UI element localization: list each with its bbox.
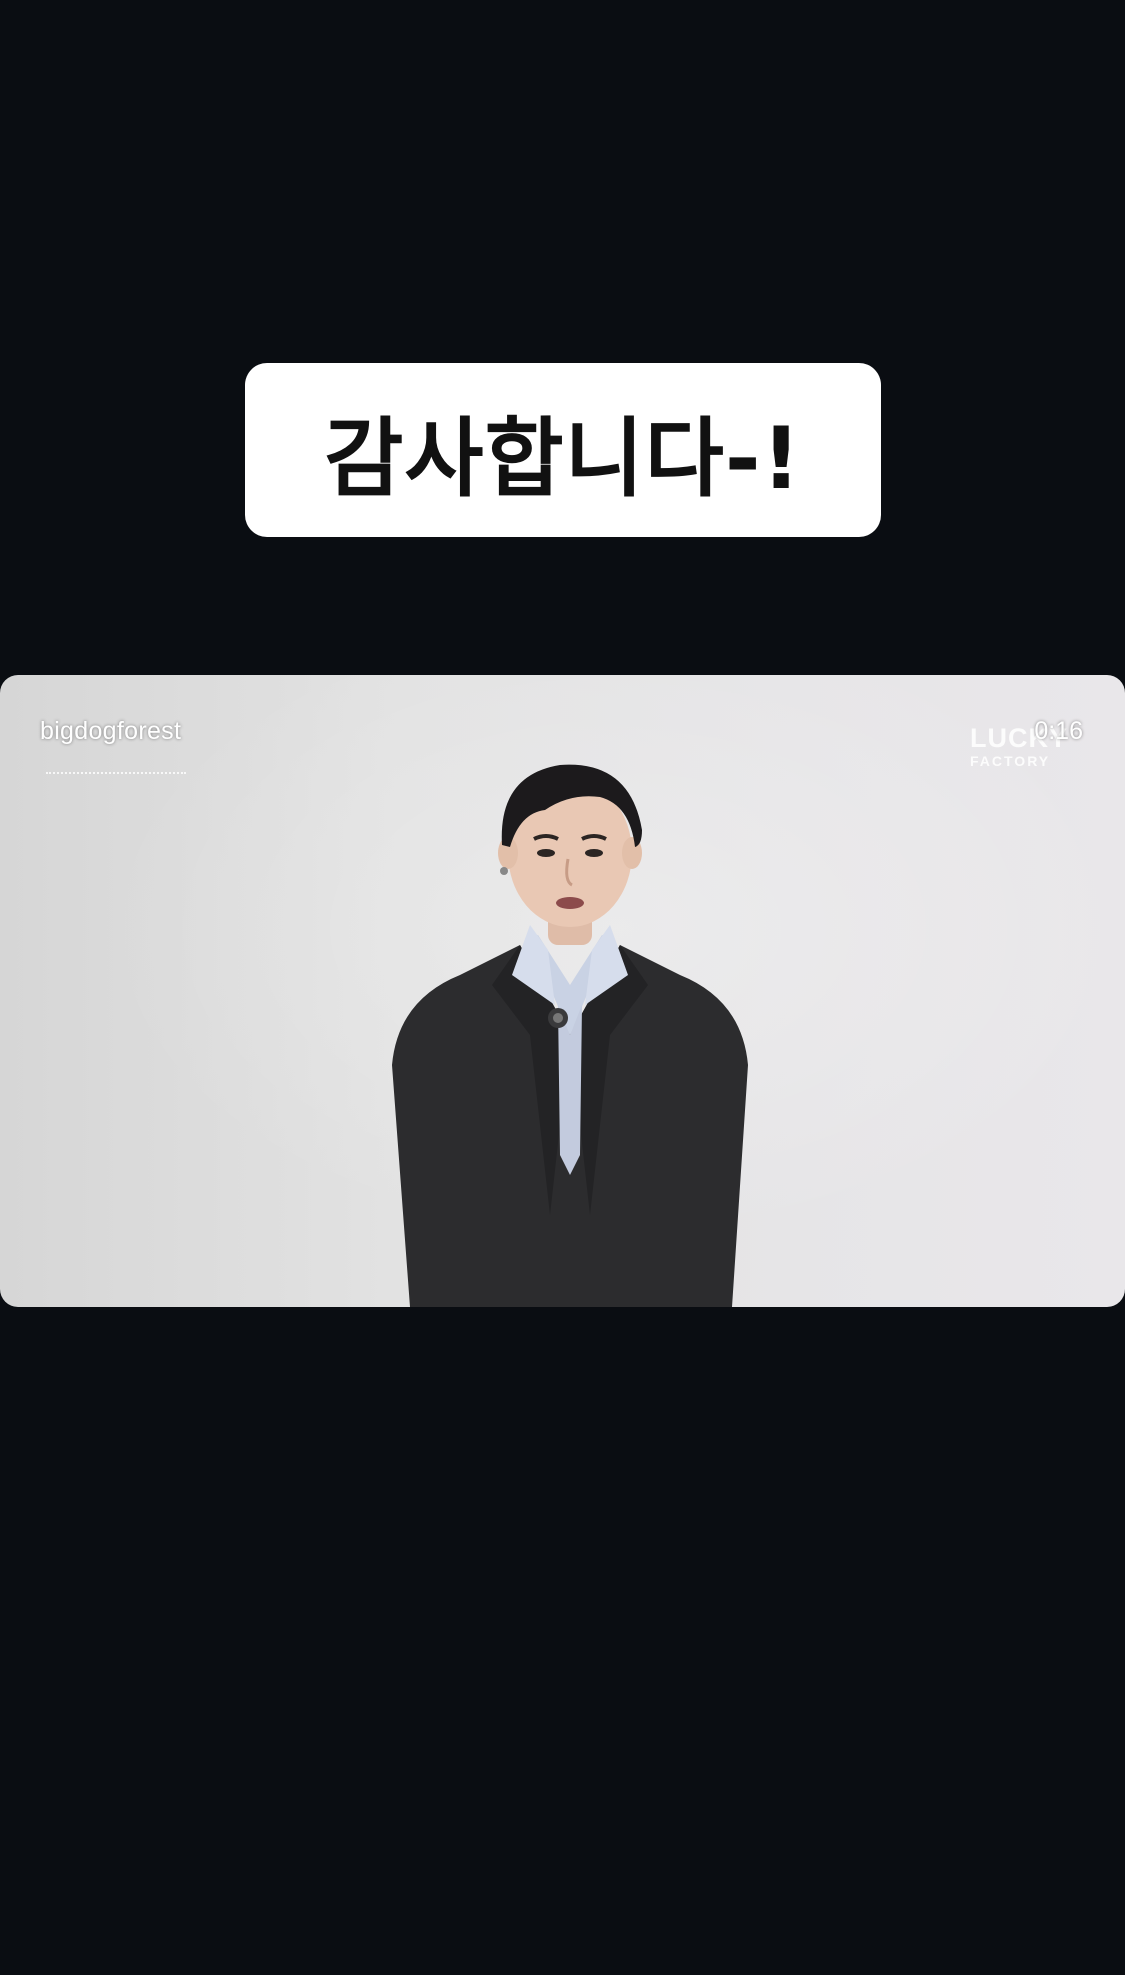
- video-player[interactable]: bigdogforest LUCKY FACTORY 0:16: [0, 675, 1125, 1307]
- caption-text: 감사합니다-!: [324, 408, 802, 509]
- story-canvas: 감사합니다-! bigdogforest LUCKY FACTORY 0:16: [0, 0, 1125, 1975]
- person-figure: [392, 764, 748, 1307]
- caption-sticker: 감사합니다-!: [245, 363, 881, 537]
- video-timestamp: 0:16: [1034, 717, 1083, 745]
- earring: [500, 867, 508, 875]
- mouth: [556, 897, 584, 909]
- channel-watermark-line2: FACTORY: [970, 753, 1051, 769]
- username-label[interactable]: bigdogforest: [40, 717, 181, 746]
- show-logo-subtitle: [46, 772, 186, 780]
